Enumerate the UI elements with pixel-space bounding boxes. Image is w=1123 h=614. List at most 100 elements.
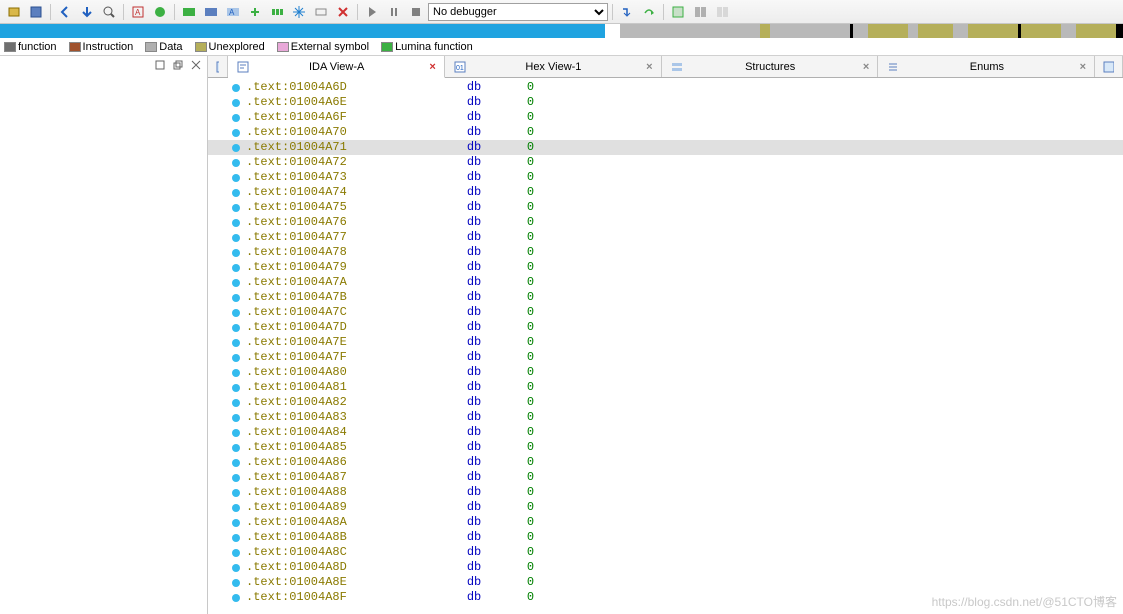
tab-list-icon[interactable] xyxy=(208,56,228,77)
breakpoint-bullet-icon[interactable] xyxy=(232,369,240,377)
disasm-row[interactable]: .text:01004A7Ddb0 xyxy=(208,320,1123,335)
disasm-row[interactable]: .text:01004A85db0 xyxy=(208,440,1123,455)
rename-icon[interactable] xyxy=(311,2,331,22)
disasm-row[interactable]: .text:01004A8Edb0 xyxy=(208,575,1123,590)
delete-icon[interactable] xyxy=(333,2,353,22)
disasm-row[interactable]: .text:01004A76db0 xyxy=(208,215,1123,230)
tab-enums[interactable]: Enums× xyxy=(878,56,1095,77)
disassembly-listing[interactable]: .text:01004A6Ddb0.text:01004A6Edb0.text:… xyxy=(208,78,1123,614)
open-icon[interactable] xyxy=(4,2,24,22)
nav-segment[interactable] xyxy=(953,24,968,38)
disasm-row[interactable]: .text:01004A8Ddb0 xyxy=(208,560,1123,575)
close-icon[interactable] xyxy=(189,58,203,72)
breakpoint-bullet-icon[interactable] xyxy=(232,429,240,437)
disasm-row[interactable]: .text:01004A7Bdb0 xyxy=(208,290,1123,305)
nav-segment[interactable] xyxy=(770,24,850,38)
disasm-row[interactable]: .text:01004A82db0 xyxy=(208,395,1123,410)
disasm-row[interactable]: .text:01004A72db0 xyxy=(208,155,1123,170)
disasm-row[interactable]: .text:01004A75db0 xyxy=(208,200,1123,215)
nav-segment[interactable] xyxy=(968,24,1018,38)
breakpoint-bullet-icon[interactable] xyxy=(232,294,240,302)
pause-icon[interactable] xyxy=(384,2,404,22)
disasm-row[interactable]: .text:01004A87db0 xyxy=(208,470,1123,485)
tab-structures[interactable]: Structures× xyxy=(662,56,879,77)
detach-icon[interactable] xyxy=(712,2,732,22)
disasm-row[interactable]: .text:01004A7Fdb0 xyxy=(208,350,1123,365)
disasm-row[interactable]: .text:01004A88db0 xyxy=(208,485,1123,500)
disasm-row[interactable]: .text:01004A84db0 xyxy=(208,425,1123,440)
breakpoint-bullet-icon[interactable] xyxy=(232,594,240,602)
breakpoint-bullet-icon[interactable] xyxy=(232,114,240,122)
disasm-row[interactable]: .text:01004A89db0 xyxy=(208,500,1123,515)
nav-segment[interactable] xyxy=(908,24,918,38)
save-icon[interactable] xyxy=(26,2,46,22)
disasm-row[interactable]: .text:01004A83db0 xyxy=(208,410,1123,425)
text-segment-icon[interactable]: A xyxy=(128,2,148,22)
breakpoint-bullet-icon[interactable] xyxy=(232,549,240,557)
breakpoint-bullet-icon[interactable] xyxy=(232,414,240,422)
tab-ida-view-a[interactable]: IDA View-A× xyxy=(228,56,445,78)
window-icon[interactable] xyxy=(668,2,688,22)
breakpoint-bullet-icon[interactable] xyxy=(232,474,240,482)
breakpoint-bullet-icon[interactable] xyxy=(232,504,240,512)
disasm-row[interactable]: .text:01004A80db0 xyxy=(208,365,1123,380)
breakpoint-bullet-icon[interactable] xyxy=(232,399,240,407)
tab-more-icon[interactable] xyxy=(1095,56,1123,77)
nav-segment[interactable] xyxy=(1021,24,1061,38)
nav-segment[interactable] xyxy=(760,24,770,38)
navigation-bar[interactable] xyxy=(0,24,1123,38)
breakpoint-bullet-icon[interactable] xyxy=(232,174,240,182)
tab-close-icon[interactable]: × xyxy=(646,61,652,73)
prev-icon[interactable] xyxy=(55,2,75,22)
struct-add-icon[interactable] xyxy=(245,2,265,22)
nav-segment[interactable] xyxy=(853,24,868,38)
array-icon[interactable] xyxy=(267,2,287,22)
minimize-icon[interactable] xyxy=(153,58,167,72)
nav-segment[interactable] xyxy=(605,24,620,38)
disasm-row[interactable]: .text:01004A7Edb0 xyxy=(208,335,1123,350)
nav-segment[interactable] xyxy=(1061,24,1076,38)
disasm-row[interactable]: .text:01004A70db0 xyxy=(208,125,1123,140)
disasm-row[interactable]: .text:01004A6Ddb0 xyxy=(208,80,1123,95)
disasm-row[interactable]: .text:01004A77db0 xyxy=(208,230,1123,245)
disasm-row[interactable]: .text:01004A7Adb0 xyxy=(208,275,1123,290)
zoom-icon[interactable] xyxy=(99,2,119,22)
code-icon[interactable] xyxy=(179,2,199,22)
nav-segment[interactable] xyxy=(868,24,908,38)
down-arrow-icon[interactable] xyxy=(77,2,97,22)
disasm-row[interactable]: .text:01004A6Fdb0 xyxy=(208,110,1123,125)
breakpoint-bullet-icon[interactable] xyxy=(232,129,240,137)
nav-segment[interactable] xyxy=(620,24,760,38)
data-icon[interactable] xyxy=(201,2,221,22)
nav-segment[interactable] xyxy=(1116,24,1123,38)
tab-close-icon[interactable]: × xyxy=(863,61,869,73)
disasm-row[interactable]: .text:01004A71db0 xyxy=(208,140,1123,155)
step-over-icon[interactable] xyxy=(639,2,659,22)
step-into-icon[interactable] xyxy=(617,2,637,22)
disasm-row[interactable]: .text:01004A86db0 xyxy=(208,455,1123,470)
disasm-row[interactable]: .text:01004A74db0 xyxy=(208,185,1123,200)
green-circle-icon[interactable] xyxy=(150,2,170,22)
breakpoint-bullet-icon[interactable] xyxy=(232,159,240,167)
attach-icon[interactable] xyxy=(690,2,710,22)
breakpoint-bullet-icon[interactable] xyxy=(232,144,240,152)
disasm-row[interactable]: .text:01004A8Adb0 xyxy=(208,515,1123,530)
breakpoint-bullet-icon[interactable] xyxy=(232,309,240,317)
nav-segment[interactable] xyxy=(918,24,953,38)
disasm-row[interactable]: .text:01004A81db0 xyxy=(208,380,1123,395)
breakpoint-bullet-icon[interactable] xyxy=(232,339,240,347)
tab-close-icon[interactable]: × xyxy=(429,61,435,73)
nav-segment[interactable] xyxy=(0,24,605,38)
breakpoint-bullet-icon[interactable] xyxy=(232,234,240,242)
nav-segment[interactable] xyxy=(1076,24,1116,38)
debugger-select[interactable]: No debugger xyxy=(428,3,608,21)
breakpoint-bullet-icon[interactable] xyxy=(232,489,240,497)
restore-icon[interactable] xyxy=(171,58,185,72)
breakpoint-bullet-icon[interactable] xyxy=(232,219,240,227)
disasm-row[interactable]: .text:01004A6Edb0 xyxy=(208,95,1123,110)
disasm-row[interactable]: .text:01004A78db0 xyxy=(208,245,1123,260)
breakpoint-bullet-icon[interactable] xyxy=(232,84,240,92)
disasm-row[interactable]: .text:01004A79db0 xyxy=(208,260,1123,275)
disasm-row[interactable]: .text:01004A8Bdb0 xyxy=(208,530,1123,545)
breakpoint-bullet-icon[interactable] xyxy=(232,534,240,542)
